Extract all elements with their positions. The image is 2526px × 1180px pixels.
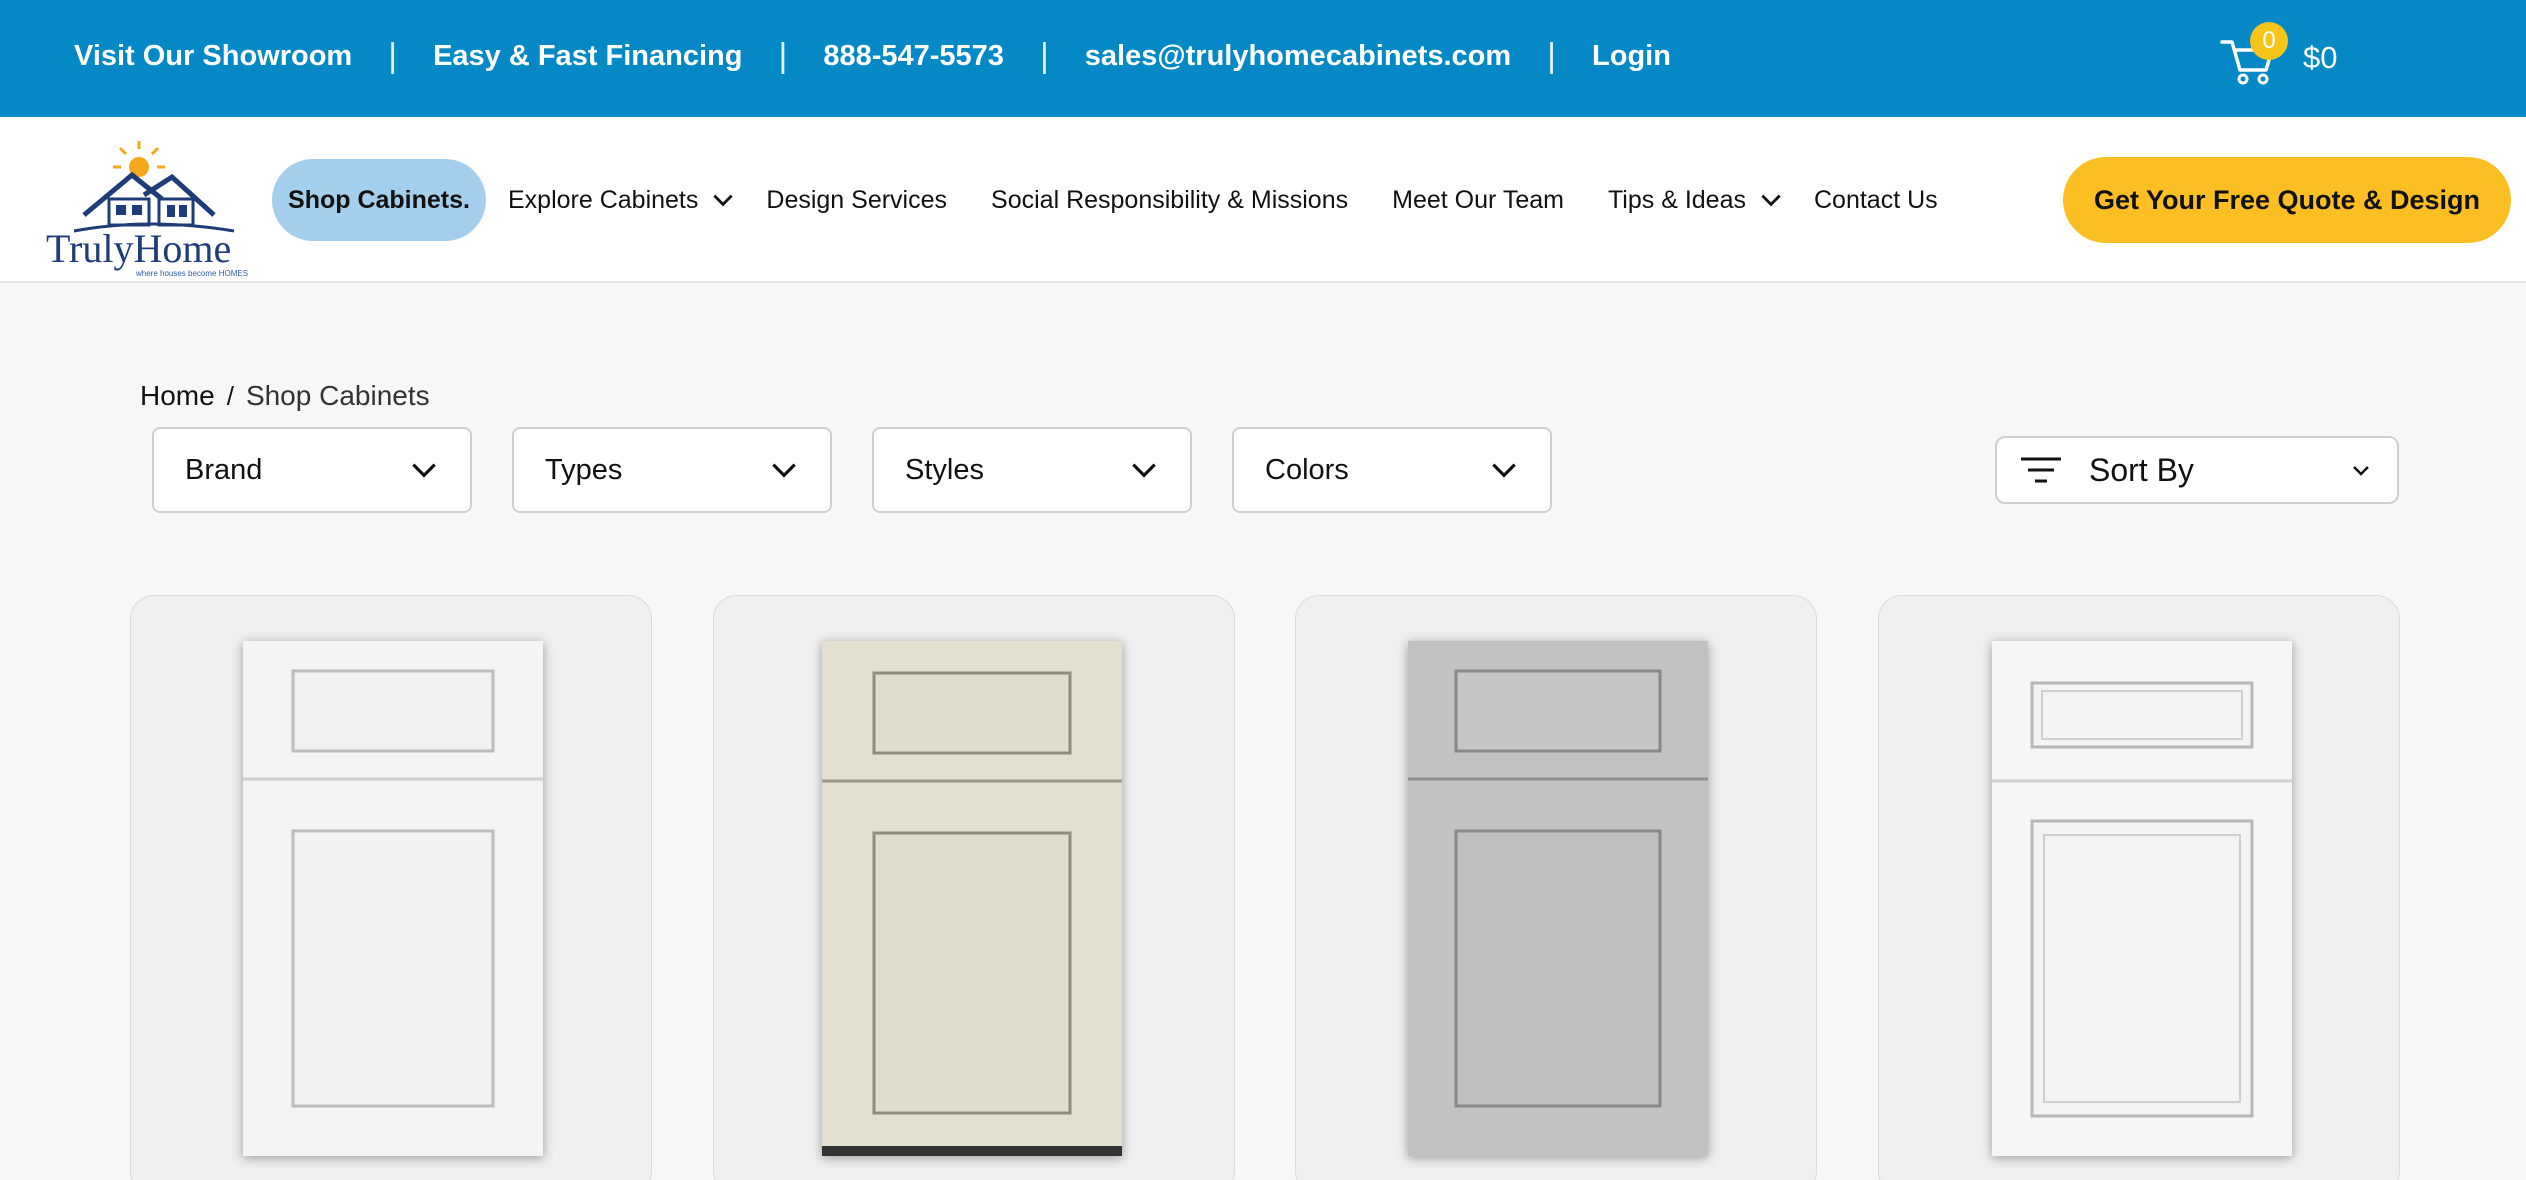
top-bar: Visit Our Showroom | Easy & Fast Financi…	[0, 0, 2526, 117]
filter-label: Brand	[185, 453, 263, 486]
colors-filter-dropdown[interactable]: Colors	[1232, 427, 1552, 513]
breadcrumb-current: Shop Cabinets	[245, 380, 430, 411]
chevron-down-icon	[2353, 466, 2369, 476]
nav-label: Social Responsibility & Missions	[991, 185, 1349, 214]
top-separator: |	[1039, 36, 1049, 75]
cabinet-door-image	[1992, 641, 2292, 1156]
chevron-down-icon	[1492, 463, 1516, 478]
chevron-down-icon	[412, 463, 436, 478]
nav-items: Explore Cabinets Design Services Social …	[508, 117, 1938, 283]
filter-label: Styles	[905, 453, 984, 486]
filter-lines-icon	[2021, 457, 2061, 483]
nav-social-responsibility[interactable]: Social Responsibility & Missions	[991, 186, 1348, 215]
chevron-down-icon	[713, 194, 734, 207]
house-logo-icon	[73, 141, 235, 233]
product-card[interactable]	[1878, 595, 2400, 1180]
cabinet-door-image	[1408, 641, 1708, 1156]
login-link[interactable]: Login	[1592, 40, 1671, 73]
sort-by-dropdown[interactable]: Sort By	[1995, 436, 2399, 504]
top-separator: |	[778, 36, 788, 75]
financing-link[interactable]: Easy & Fast Financing	[433, 40, 742, 73]
free-quote-button[interactable]: Get Your Free Quote & Design	[2063, 157, 2511, 243]
types-filter-dropdown[interactable]: Types	[512, 427, 832, 513]
cart-total: $0	[2303, 40, 2338, 75]
breadcrumb-separator: /	[226, 380, 234, 411]
top-links: Visit Our Showroom | Easy & Fast Financi…	[74, 0, 1671, 112]
phone-link[interactable]: 888-547-5573	[823, 40, 1004, 73]
chevron-down-icon	[772, 463, 796, 478]
nav-label: Tips & Ideas	[1607, 185, 1746, 214]
logo-wordmark: TrulyHome	[46, 226, 232, 271]
breadcrumb-home[interactable]: Home	[140, 380, 215, 412]
cart-count-badge: 0	[2250, 22, 2288, 60]
top-separator: |	[388, 36, 398, 75]
nav-label: Meet Our Team	[1392, 185, 1564, 214]
styles-filter-dropdown[interactable]: Styles	[872, 427, 1192, 513]
main-nav: TrulyHome where houses become HOMES Shop…	[0, 117, 2526, 283]
product-card[interactable]	[1295, 595, 1817, 1180]
chevron-down-icon	[1761, 194, 1781, 207]
product-card[interactable]	[713, 595, 1235, 1180]
cabinet-door-image	[822, 641, 1122, 1156]
sort-label: Sort By	[2089, 451, 2194, 488]
brand-filter-dropdown[interactable]: Brand	[152, 427, 472, 513]
truly-home-logo[interactable]: TrulyHome where houses become HOMES	[44, 137, 254, 278]
cabinet-door-image	[243, 641, 543, 1156]
filter-label: Colors	[1265, 453, 1349, 486]
nav-meet-our-team[interactable]: Meet Our Team	[1392, 186, 1564, 215]
chevron-down-icon	[1132, 463, 1156, 478]
nav-label: Contact Us	[1813, 185, 1938, 214]
nav-tips-ideas[interactable]: Tips & Ideas	[1608, 186, 1784, 215]
nav-shop-cabinets[interactable]: Shop Cabinets.	[272, 159, 486, 241]
nav-contact-us[interactable]: Contact Us	[1814, 186, 1938, 215]
top-separator: |	[1547, 36, 1557, 75]
logo-tagline: where houses become HOMES	[136, 269, 249, 278]
breadcrumb: Home / Shop Cabinets	[140, 380, 430, 412]
nav-explore-cabinets[interactable]: Explore Cabinets	[508, 186, 736, 215]
filter-label: Types	[545, 453, 623, 486]
nav-design-services[interactable]: Design Services	[766, 186, 947, 215]
product-card[interactable]	[130, 595, 652, 1180]
showroom-link[interactable]: Visit Our Showroom	[74, 40, 352, 73]
nav-label: Explore Cabinets	[508, 185, 699, 214]
nav-label: Design Services	[766, 185, 948, 214]
email-link[interactable]: sales@trulyhomecabinets.com	[1085, 40, 1511, 73]
